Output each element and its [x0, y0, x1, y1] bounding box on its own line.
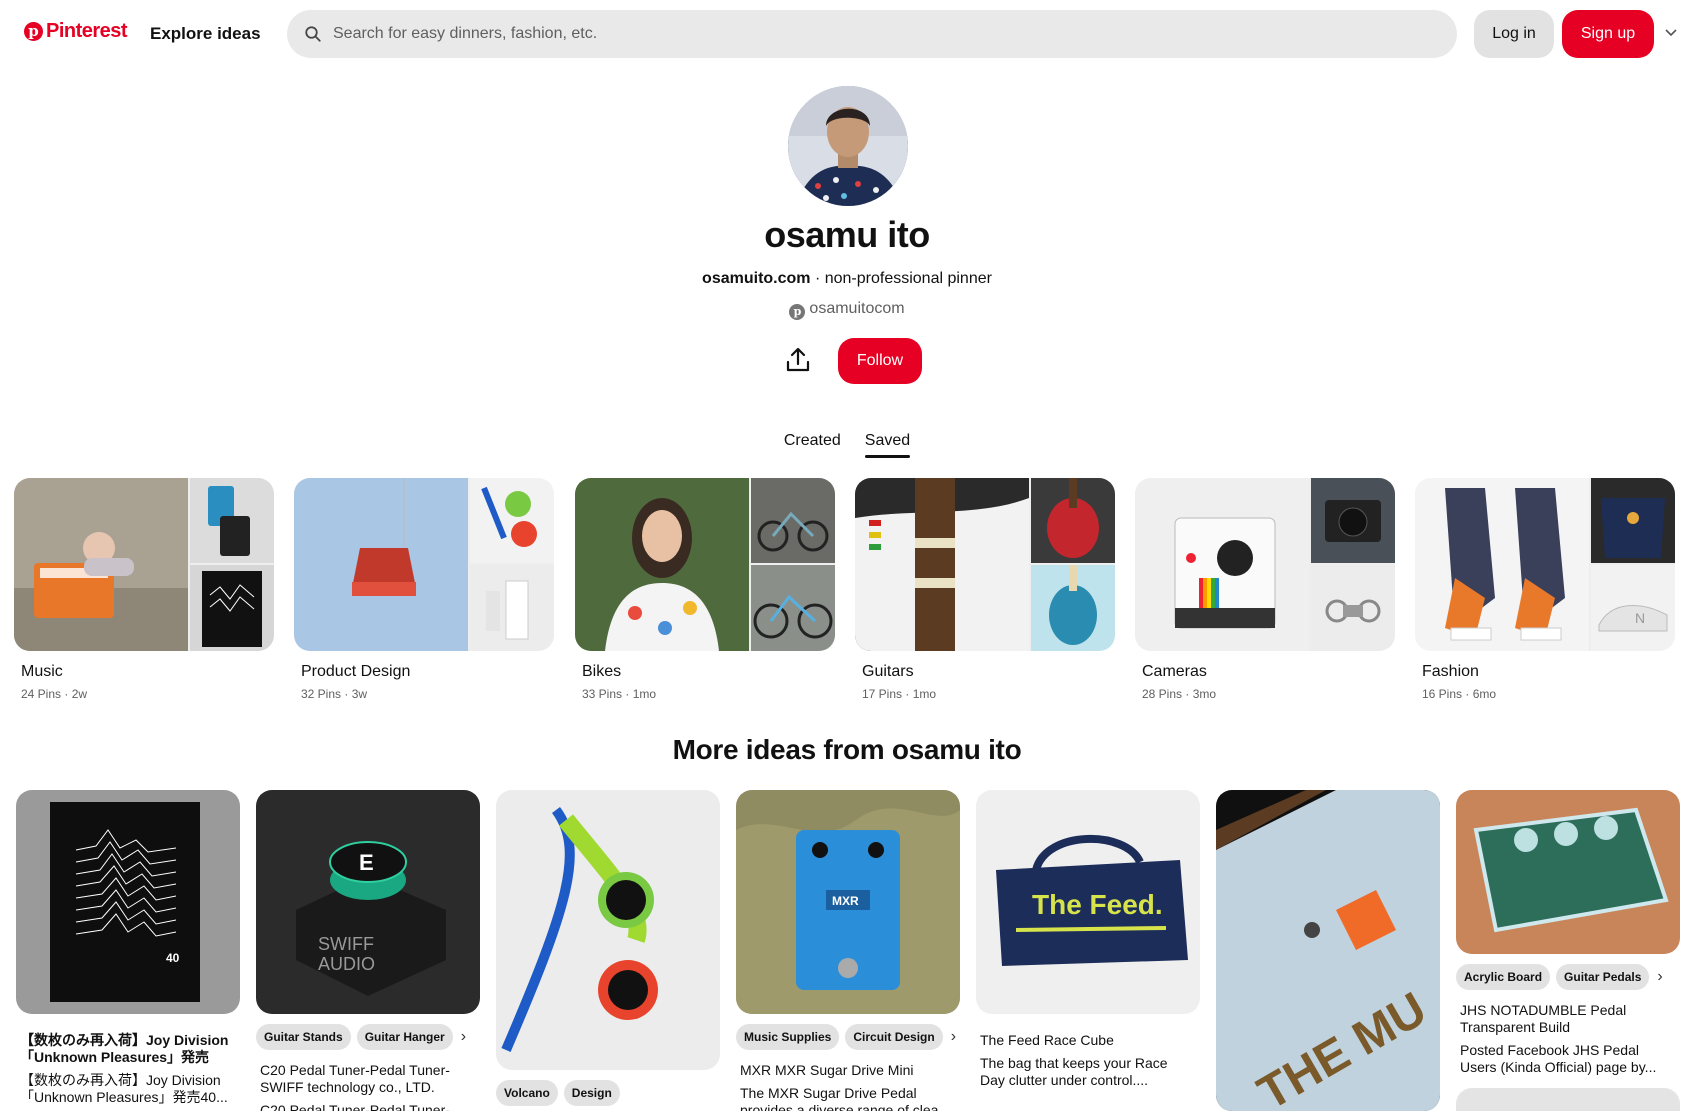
svg-text:AUDIO: AUDIO: [318, 954, 375, 974]
pin-description: C20 Pedal Tuner-Pedal Tuner-: [260, 1102, 450, 1111]
profile-website-link[interactable]: osamuito.com: [702, 270, 810, 287]
pin-card[interactable]: Volcano Design: [496, 790, 720, 1106]
pin-card[interactable]: The Feed. The Feed Race Cube The bag tha…: [976, 790, 1200, 1089]
pin-description: Posted Facebook JHS Pedal Users (Kinda O…: [1460, 1042, 1657, 1075]
board-title: Music: [21, 663, 63, 680]
pin-tags: Acrylic Board Guitar Pedals ›: [1456, 964, 1680, 990]
chevron-right-icon[interactable]: ›: [461, 1028, 466, 1046]
svg-text:40: 40: [166, 951, 180, 965]
board-card[interactable]: Guitars 17 Pins · 1mo: [855, 478, 1115, 701]
meta-separator: ·: [810, 270, 825, 287]
tag-chip[interactable]: Guitar Pedals: [1556, 964, 1650, 990]
board-meta: 24 Pins · 2w: [21, 687, 88, 701]
logo-text: Pinterest: [46, 20, 128, 42]
pin-image[interactable]: 40: [16, 790, 240, 1014]
search-input[interactable]: [327, 10, 1437, 58]
pinterest-logo[interactable]: p Pinterest: [24, 20, 128, 43]
board-meta: 28 Pins · 3mo: [1142, 687, 1217, 701]
svg-text:SWIFF: SWIFF: [318, 934, 374, 954]
board-card[interactable]: Bikes 33 Pins · 1mo: [575, 478, 835, 701]
pin-tags: Volcano Design: [496, 1080, 720, 1106]
profile-meta: osamuito.com · non-professional pinner: [0, 270, 1694, 288]
pin-title: MXR MXR Sugar Drive Mini: [740, 1062, 914, 1078]
avatar: [788, 86, 908, 206]
tag-chip[interactable]: Guitar Stands: [256, 1024, 351, 1050]
board-title: Cameras: [1142, 663, 1207, 680]
pin-title: The Feed Race Cube: [980, 1032, 1114, 1048]
sign-up-button[interactable]: Sign up: [1562, 10, 1654, 58]
chevron-down-icon[interactable]: [1664, 26, 1678, 40]
board-card[interactable]: Music 24 Pins · 2w: [14, 478, 274, 701]
board-collage: [14, 478, 274, 651]
board-collage: [575, 478, 835, 651]
board-meta: 16 Pins · 6mo: [1422, 687, 1497, 701]
pin-card[interactable]: Acrylic Board Guitar Pedals › JHS NOTADU…: [1456, 790, 1680, 1111]
pin-description: The bag that keeps your Race Day clutter…: [980, 1055, 1168, 1088]
pin-image[interactable]: THE MU: [1216, 790, 1440, 1111]
search-icon: [305, 26, 321, 42]
svg-text:N: N: [1635, 610, 1645, 626]
pin-title: 【数枚のみ再入荷】Joy Division「Unknown Pleasures」…: [20, 1032, 229, 1065]
tab-saved[interactable]: Saved: [864, 432, 911, 458]
explore-ideas-link[interactable]: Explore ideas: [150, 24, 261, 44]
tag-chip[interactable]: Guitar Hanger: [356, 1024, 453, 1050]
profile-name: osamu ito: [764, 214, 930, 255]
follow-button[interactable]: Follow: [838, 338, 922, 384]
tag-chip[interactable]: Design: [563, 1080, 620, 1106]
share-icon[interactable]: [780, 342, 816, 378]
board-meta: 17 Pins · 1mo: [862, 687, 937, 701]
pinterest-small-icon: p: [789, 304, 806, 320]
board-collage: [855, 478, 1115, 651]
tag-chip[interactable]: Volcano: [496, 1080, 558, 1106]
board-collage: N: [1415, 478, 1675, 651]
pin-image[interactable]: MXR: [736, 790, 960, 1014]
pin-tags: Guitar Stands Guitar Hanger ›: [256, 1024, 480, 1050]
pin-image[interactable]: E SWIFF AUDIO: [256, 790, 480, 1014]
profile-tabs: Created Saved: [0, 432, 1694, 458]
profile-handle-text: osamuitocom: [809, 300, 905, 317]
search-bar[interactable]: [287, 10, 1457, 58]
more-ideas-heading: More ideas from osamu ito: [672, 734, 1022, 765]
pin-card[interactable]: 40 【数枚のみ再入荷】Joy Division「Unknown Pleasur…: [16, 790, 240, 1106]
log-in-button[interactable]: Log in: [1474, 10, 1554, 58]
pinterest-logo-icon: p: [24, 22, 43, 41]
board-title: Bikes: [582, 663, 622, 680]
pin-card[interactable]: MXR Music Supplies Circuit Design › MXR …: [736, 790, 960, 1111]
board-collage: [1135, 478, 1395, 651]
board-title: Product Design: [301, 663, 411, 680]
board-collage: [294, 478, 554, 651]
board-card[interactable]: Cameras 28 Pins · 3mo: [1135, 478, 1395, 701]
pin-image[interactable]: [1456, 790, 1680, 954]
pin-card[interactable]: THE MU: [1216, 790, 1440, 1111]
pin-image[interactable]: The Feed.: [976, 790, 1200, 1014]
profile-handle: p osamuitocom: [0, 300, 1694, 320]
pin-description: 【数枚のみ再入荷】Joy Division「Unknown Pleasures」…: [20, 1072, 228, 1105]
board-card[interactable]: Product Design 32 Pins · 3w: [294, 478, 554, 701]
pin-image[interactable]: [496, 790, 720, 1070]
svg-text:The Feed.: The Feed.: [1032, 889, 1163, 920]
next-pin-image[interactable]: [1456, 1088, 1680, 1111]
tag-chip[interactable]: Acrylic Board: [1456, 964, 1551, 990]
chevron-right-icon[interactable]: ›: [1657, 968, 1662, 986]
svg-text:MXR: MXR: [832, 894, 859, 908]
pin-card[interactable]: E SWIFF AUDIO Guitar Stands Guitar Hanger …: [256, 790, 480, 1111]
tab-created[interactable]: Created: [784, 432, 841, 458]
board-meta: 33 Pins · 1mo: [582, 687, 657, 701]
top-nav: p Pinterest Explore ideas Log in Sign up: [0, 0, 1694, 68]
pin-tags: Music Supplies Circuit Design ›: [736, 1024, 960, 1050]
board-title: Fashion: [1422, 663, 1479, 680]
pin-description: The MXR Sugar Drive Pedal provides a div…: [740, 1085, 951, 1111]
pin-title: C20 Pedal Tuner-Pedal Tuner-SWIFF techno…: [260, 1062, 450, 1095]
tag-chip[interactable]: Music Supplies: [736, 1024, 840, 1050]
svg-text:E: E: [359, 850, 374, 875]
board-meta: 32 Pins · 3w: [301, 687, 368, 701]
profile-tagline: non-professional pinner: [824, 270, 992, 287]
pin-title: JHS NOTADUMBLE Pedal Transparent Build: [1460, 1002, 1627, 1035]
board-card[interactable]: N Fashion 16 Pins · 6mo: [1415, 478, 1675, 701]
board-title: Guitars: [862, 663, 914, 680]
tag-chip[interactable]: Circuit Design: [845, 1024, 943, 1050]
chevron-right-icon[interactable]: ›: [951, 1028, 956, 1046]
